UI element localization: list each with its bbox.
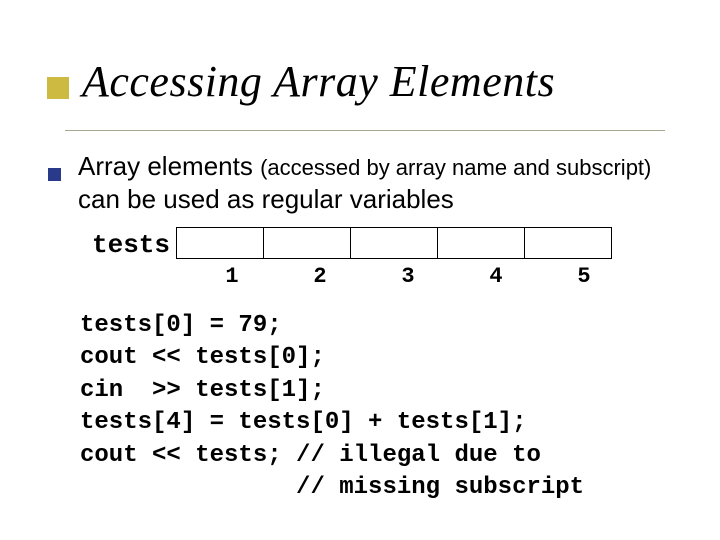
code-line: cout << tests[0]; (80, 344, 325, 371)
array-index: 5 (540, 264, 628, 289)
code-line: // missing subscript (80, 474, 584, 501)
array-index: 4 (452, 264, 540, 289)
bullet-square (48, 168, 61, 181)
code-line: cin >> tests[1]; (80, 377, 325, 404)
body-part1: Array elements (78, 151, 260, 181)
array-index: 1 (188, 264, 276, 289)
array-cell (176, 227, 264, 259)
body-part3: can be used as regular variables (78, 184, 454, 214)
array-index: 3 (364, 264, 452, 289)
body-part2: (accessed by array name and subscript) (260, 155, 651, 180)
code-block: tests[0] = 79; cout << tests[0]; cin >> … (80, 310, 584, 504)
code-line: cout << tests; // illegal due to (80, 442, 541, 469)
title-accent-square (47, 77, 69, 99)
array-name-label: tests (92, 227, 170, 260)
body-paragraph: Array elements (accessed by array name a… (78, 150, 688, 215)
code-line: tests[0] = 79; (80, 312, 282, 339)
title-underline (65, 130, 665, 131)
code-line: tests[4] = tests[0] + tests[1]; (80, 409, 526, 436)
array-indices-row: 1 2 3 4 5 (188, 264, 628, 289)
array-index: 2 (276, 264, 364, 289)
array-cell (524, 227, 612, 259)
array-cell (437, 227, 525, 259)
slide-title: Accessing Array Elements (82, 56, 555, 107)
array-cell (263, 227, 351, 259)
array-cells (176, 227, 612, 259)
array-diagram: tests (92, 227, 612, 260)
array-cell (350, 227, 438, 259)
